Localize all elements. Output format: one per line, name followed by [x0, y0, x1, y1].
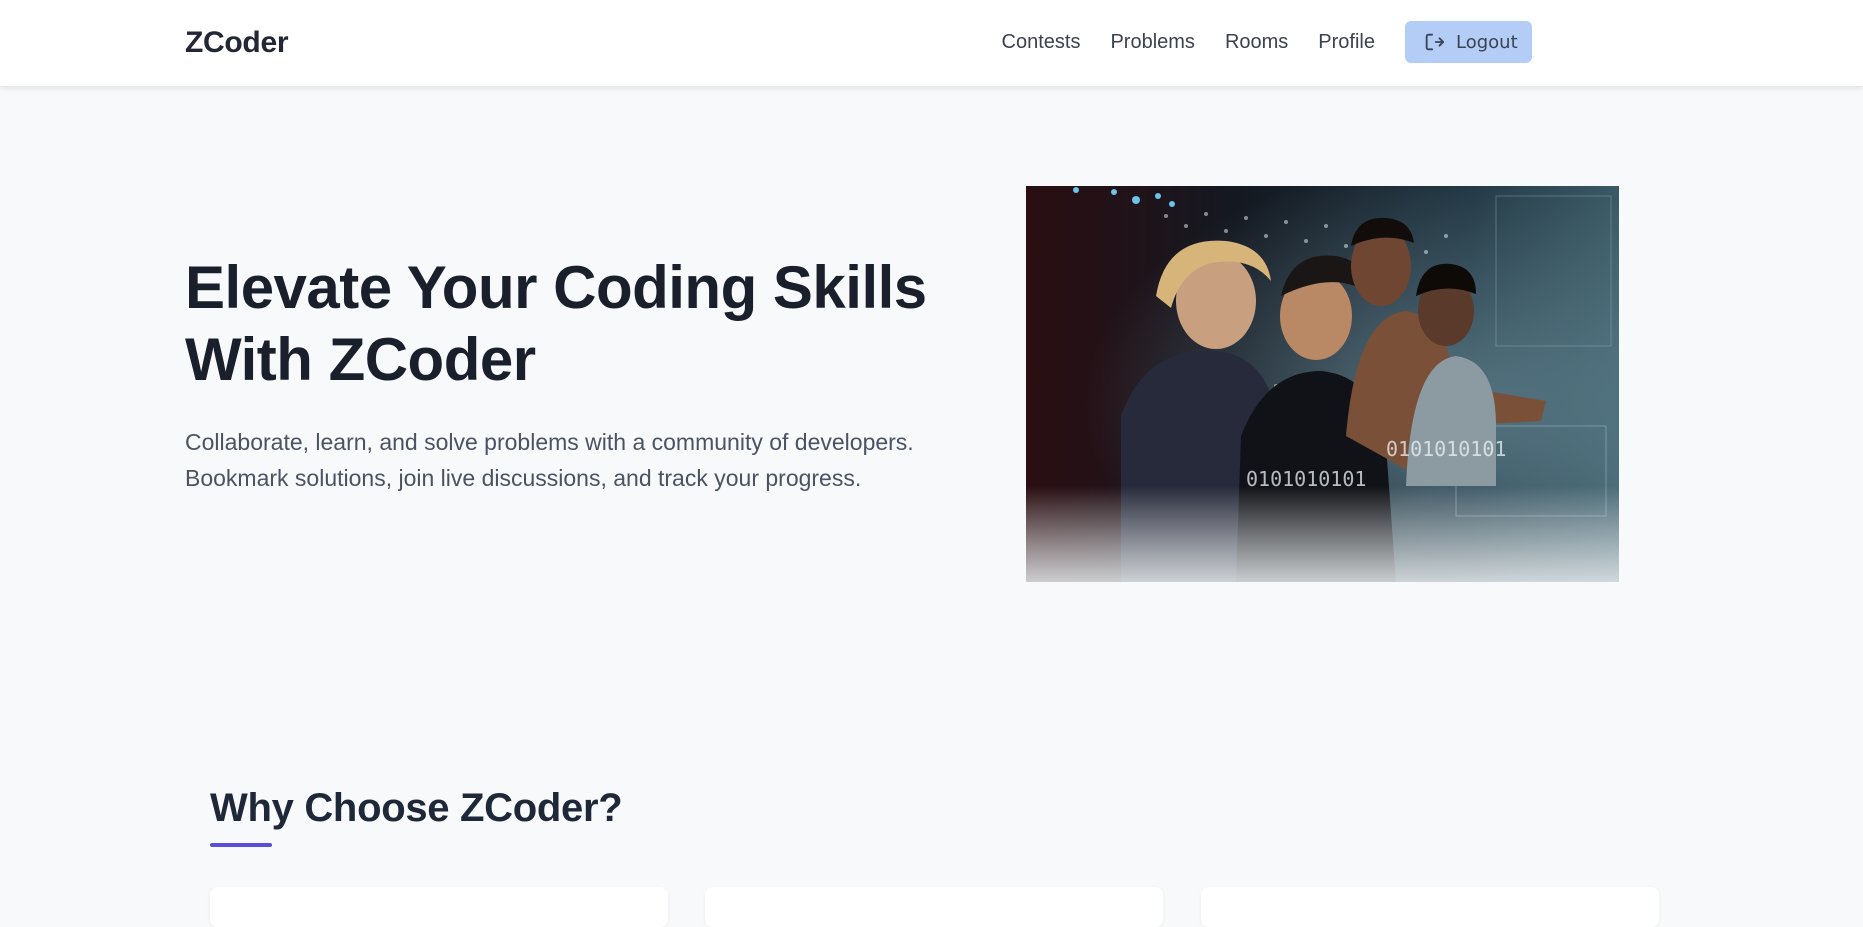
nav-link-rooms[interactable]: Rooms: [1225, 31, 1288, 54]
feature-card: [210, 887, 668, 927]
navbar: ZCoder Contests Problems Rooms Profile L…: [0, 0, 1863, 87]
feature-card: [1201, 887, 1659, 927]
logout-button[interactable]: Logout: [1405, 21, 1532, 63]
svg-text:0101010101: 0101010101: [1386, 437, 1506, 461]
why-section-title: Why Choose ZCoder?: [210, 786, 623, 830]
brand-logo[interactable]: ZCoder: [185, 26, 289, 60]
nav-links: Contests Problems Rooms Profile Logout: [1002, 21, 1532, 63]
logout-icon: [1423, 31, 1445, 53]
hero-title: Elevate Your Coding Skills With ZCoder: [185, 254, 927, 393]
nav-link-profile[interactable]: Profile: [1318, 31, 1375, 54]
hero-subtitle: Collaborate, learn, and solve problems w…: [185, 429, 914, 491]
nav-link-problems[interactable]: Problems: [1110, 31, 1194, 54]
why-title-underline: [210, 843, 272, 847]
logout-label: Logout: [1456, 31, 1518, 53]
nav-link-contests[interactable]: Contests: [1002, 31, 1081, 54]
feature-card: [705, 887, 1163, 927]
hero-image: 0101010101 0101010101: [1026, 186, 1619, 582]
